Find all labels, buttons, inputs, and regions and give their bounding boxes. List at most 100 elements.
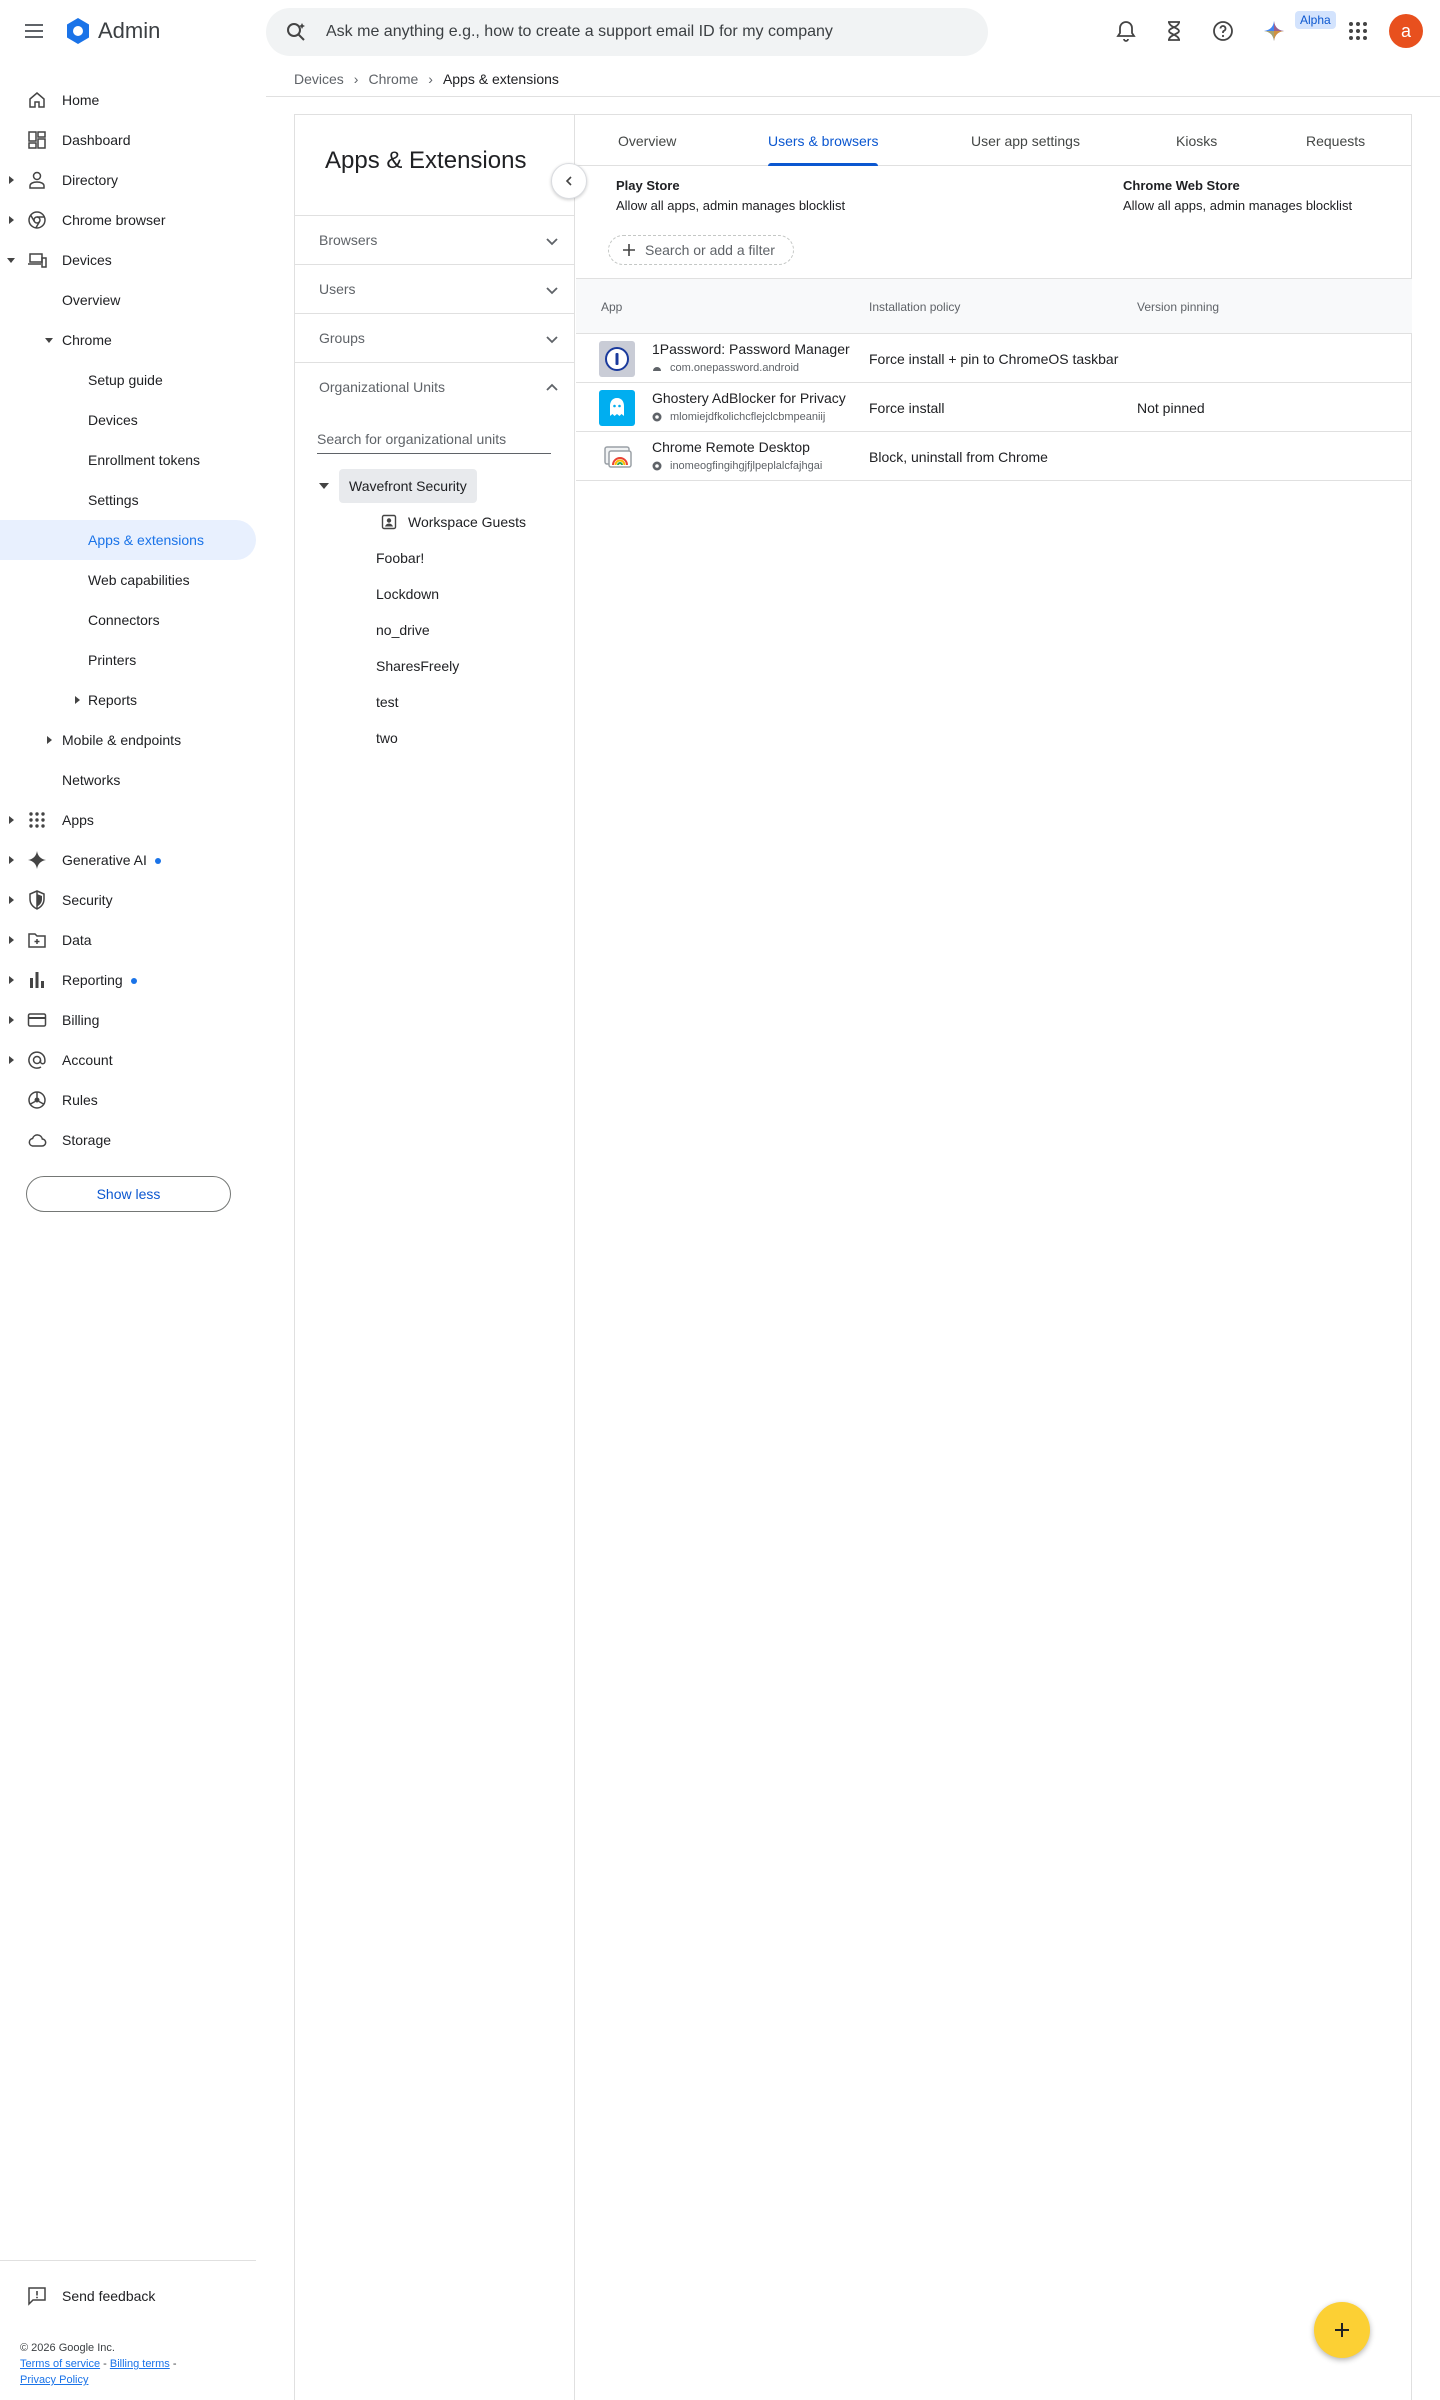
ou-search-field[interactable] [317,431,551,454]
ou-item-two[interactable]: two [376,730,398,746]
chevron-right-icon: › [428,71,433,87]
sidebar-item-reports[interactable]: Reports [0,680,256,720]
column-header-version-pinning[interactable]: Version pinning [1137,300,1219,314]
store-name: Play Store [616,178,680,193]
sidebar-item-web-capabilities[interactable]: Web capabilities [0,560,256,600]
sidebar-item-label: Connectors [88,612,160,628]
chrome-web-store-policy[interactable]: Chrome Web Store Allow all apps, admin m… [1123,176,1352,216]
sidebar-item-directory[interactable]: Directory [0,160,256,200]
version-pinning: Not pinned [1137,400,1205,416]
sidebar-item-rules[interactable]: Rules [0,1080,256,1120]
breadcrumb-chrome[interactable]: Chrome [368,71,418,87]
sidebar-item-storage[interactable]: Storage [0,1120,256,1160]
collapse-arrow-icon[interactable] [7,258,15,263]
sidebar-item-home[interactable]: Home [0,80,256,120]
play-store-policy[interactable]: Play Store Allow all apps, admin manages… [616,176,845,216]
sidebar-item-apps[interactable]: Apps [0,800,256,840]
android-icon [653,367,661,371]
expand-arrow-icon[interactable] [9,896,14,904]
table-header: App Installation policy Version pinning [576,278,1412,334]
expand-arrow-icon[interactable] [9,1016,14,1024]
apps-launcher-icon[interactable] [1346,19,1370,43]
expand-arrow-icon[interactable] [75,696,80,704]
tasks-hourglass-icon[interactable] [1162,19,1186,43]
sidebar-item-label: Networks [62,772,121,788]
column-header-app[interactable]: App [601,300,622,314]
sidebar-item-printers[interactable]: Printers [0,640,256,680]
tab-overview[interactable]: Overview [618,115,676,166]
sidebar-item-connectors[interactable]: Connectors [0,600,256,640]
collapse-panel-button[interactable] [551,163,587,199]
terms-of-service-link[interactable]: Terms of service [20,2358,100,2370]
expand-arrow-icon[interactable] [9,976,14,984]
sidebar-item-reporting[interactable]: Reporting [0,960,256,1000]
sidebar-item-generative-ai[interactable]: Generative AI [0,840,256,880]
sidebar-item-account[interactable]: Account [0,1040,256,1080]
tab-requests[interactable]: Requests [1306,115,1365,166]
expand-arrow-icon[interactable] [9,856,14,864]
billing-terms-link[interactable]: Billing terms [110,2358,170,2370]
filter-groups[interactable]: Groups [295,313,575,362]
ou-item-lockdown[interactable]: Lockdown [376,586,439,602]
sidebar-item-dashboard[interactable]: Dashboard [0,120,256,160]
expand-arrow-icon[interactable] [9,176,14,184]
filter-users[interactable]: Users [295,264,575,313]
sidebar-item-mobile-endpoints[interactable]: Mobile & endpoints [0,720,256,760]
account-avatar[interactable]: a [1389,14,1423,48]
tab-kiosks[interactable]: Kiosks [1176,115,1217,166]
sidebar-item-enrollment-tokens[interactable]: Enrollment tokens [0,440,256,480]
sidebar-item-chrome-browser[interactable]: Chrome browser [0,200,256,240]
new-indicator-dot [130,978,137,985]
tab-users-browsers[interactable]: Users & browsers [768,115,879,166]
send-feedback-link[interactable]: Send feedback [27,2286,155,2306]
gemini-sparkle-icon[interactable] [1262,19,1286,43]
ou-search-input[interactable] [317,431,551,447]
collapse-arrow-icon[interactable] [319,483,329,489]
column-header-installation-policy[interactable]: Installation policy [869,300,960,314]
table-row[interactable]: 1Password: Password Manager com.onepassw… [576,334,1412,383]
rules-icon [28,1091,46,1109]
tab-user-app-settings[interactable]: User app settings [971,115,1080,166]
ou-item-sharesfreely[interactable]: SharesFreely [376,658,459,674]
breadcrumb-devices[interactable]: Devices [294,71,344,87]
expand-arrow-icon[interactable] [9,936,14,944]
expand-arrow-icon[interactable] [47,736,52,744]
divider [266,96,1440,97]
add-app-fab-button[interactable] [1314,2302,1370,2358]
sidebar-item-devices[interactable]: Devices [0,240,256,280]
ou-item-test[interactable]: test [376,694,399,710]
sidebar-item-networks[interactable]: Networks [0,760,256,800]
expand-arrow-icon[interactable] [9,1056,14,1064]
help-icon[interactable] [1211,19,1235,43]
table-row[interactable]: Ghostery AdBlocker for Privacy mlomiejdf… [576,383,1412,432]
sidebar-item-data[interactable]: Data [0,920,256,960]
ou-item-workspace-guests[interactable]: Workspace Guests [408,514,526,530]
main-menu-icon[interactable] [22,19,46,43]
sidebar-item-billing[interactable]: Billing [0,1000,256,1040]
sidebar-item-security[interactable]: Security [0,880,256,920]
expand-arrow-icon[interactable] [9,216,14,224]
filter-browsers[interactable]: Browsers [295,215,575,264]
installation-policy: Force install [869,400,945,416]
collapse-arrow-icon[interactable] [45,338,53,343]
show-less-button[interactable]: Show less [26,1176,231,1212]
table-row[interactable]: Chrome Remote Desktop inomeogfingihgjfjl… [576,432,1412,481]
notifications-bell-icon[interactable] [1114,19,1138,43]
filter-organizational-units[interactable]: Organizational Units [295,362,575,411]
sidebar-item-chrome-devices[interactable]: Devices [0,400,256,440]
chrome-web-store-icon [652,412,662,422]
sidebar-item-apps-extensions[interactable]: Apps & extensions [0,520,256,560]
ou-item-foobar[interactable]: Foobar! [376,550,424,566]
search-input[interactable] [326,23,926,41]
ou-root-wavefront-security[interactable]: Wavefront Security [339,469,477,503]
expand-arrow-icon[interactable] [9,816,14,824]
ai-search-box[interactable] [266,8,988,56]
sidebar-item-overview[interactable]: Overview [0,280,256,320]
privacy-policy-link[interactable]: Privacy Policy [20,2374,88,2386]
sidebar-item-chrome[interactable]: Chrome [0,320,256,360]
admin-logo[interactable]: Admin [64,17,160,45]
sidebar-item-setup-guide[interactable]: Setup guide [0,360,256,400]
add-filter-chip[interactable]: Search or add a filter [608,235,794,265]
ou-item-no-drive[interactable]: no_drive [376,622,430,638]
sidebar-item-settings[interactable]: Settings [0,480,256,520]
